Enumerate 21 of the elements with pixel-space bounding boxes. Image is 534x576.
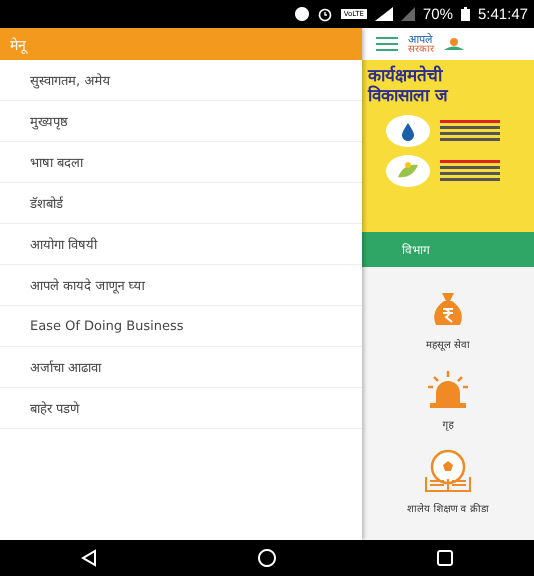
category-label[interactable]: शालेय शिक्षण व क्रीडा	[407, 501, 489, 515]
menu-icon[interactable]	[376, 36, 398, 52]
category-label[interactable]: महसूल सेवा	[426, 337, 470, 351]
banner-headline: कार्यक्षमतेची	[368, 66, 444, 86]
banner-text-drawing	[440, 160, 500, 182]
banner-headline: विकासाला ज	[368, 86, 450, 107]
battery-icon	[460, 7, 470, 21]
leaf-icon	[386, 154, 430, 187]
water-drop-icon	[386, 114, 430, 147]
alarm-icon	[316, 6, 333, 22]
home-icon[interactable]	[256, 548, 277, 568]
clock: 5:41:47	[478, 6, 528, 22]
battery-percentage: 70%	[422, 6, 453, 22]
logo-text: सरकार	[408, 44, 434, 54]
banner-text-drawing	[440, 120, 500, 142]
logo-text: आपले	[408, 34, 434, 44]
recents-icon[interactable]	[436, 549, 454, 567]
back-icon[interactable]	[80, 549, 98, 567]
signal-icon	[374, 7, 393, 21]
drawer-title: मेनू	[10, 36, 26, 54]
category-label[interactable]: गृह	[442, 417, 454, 431]
